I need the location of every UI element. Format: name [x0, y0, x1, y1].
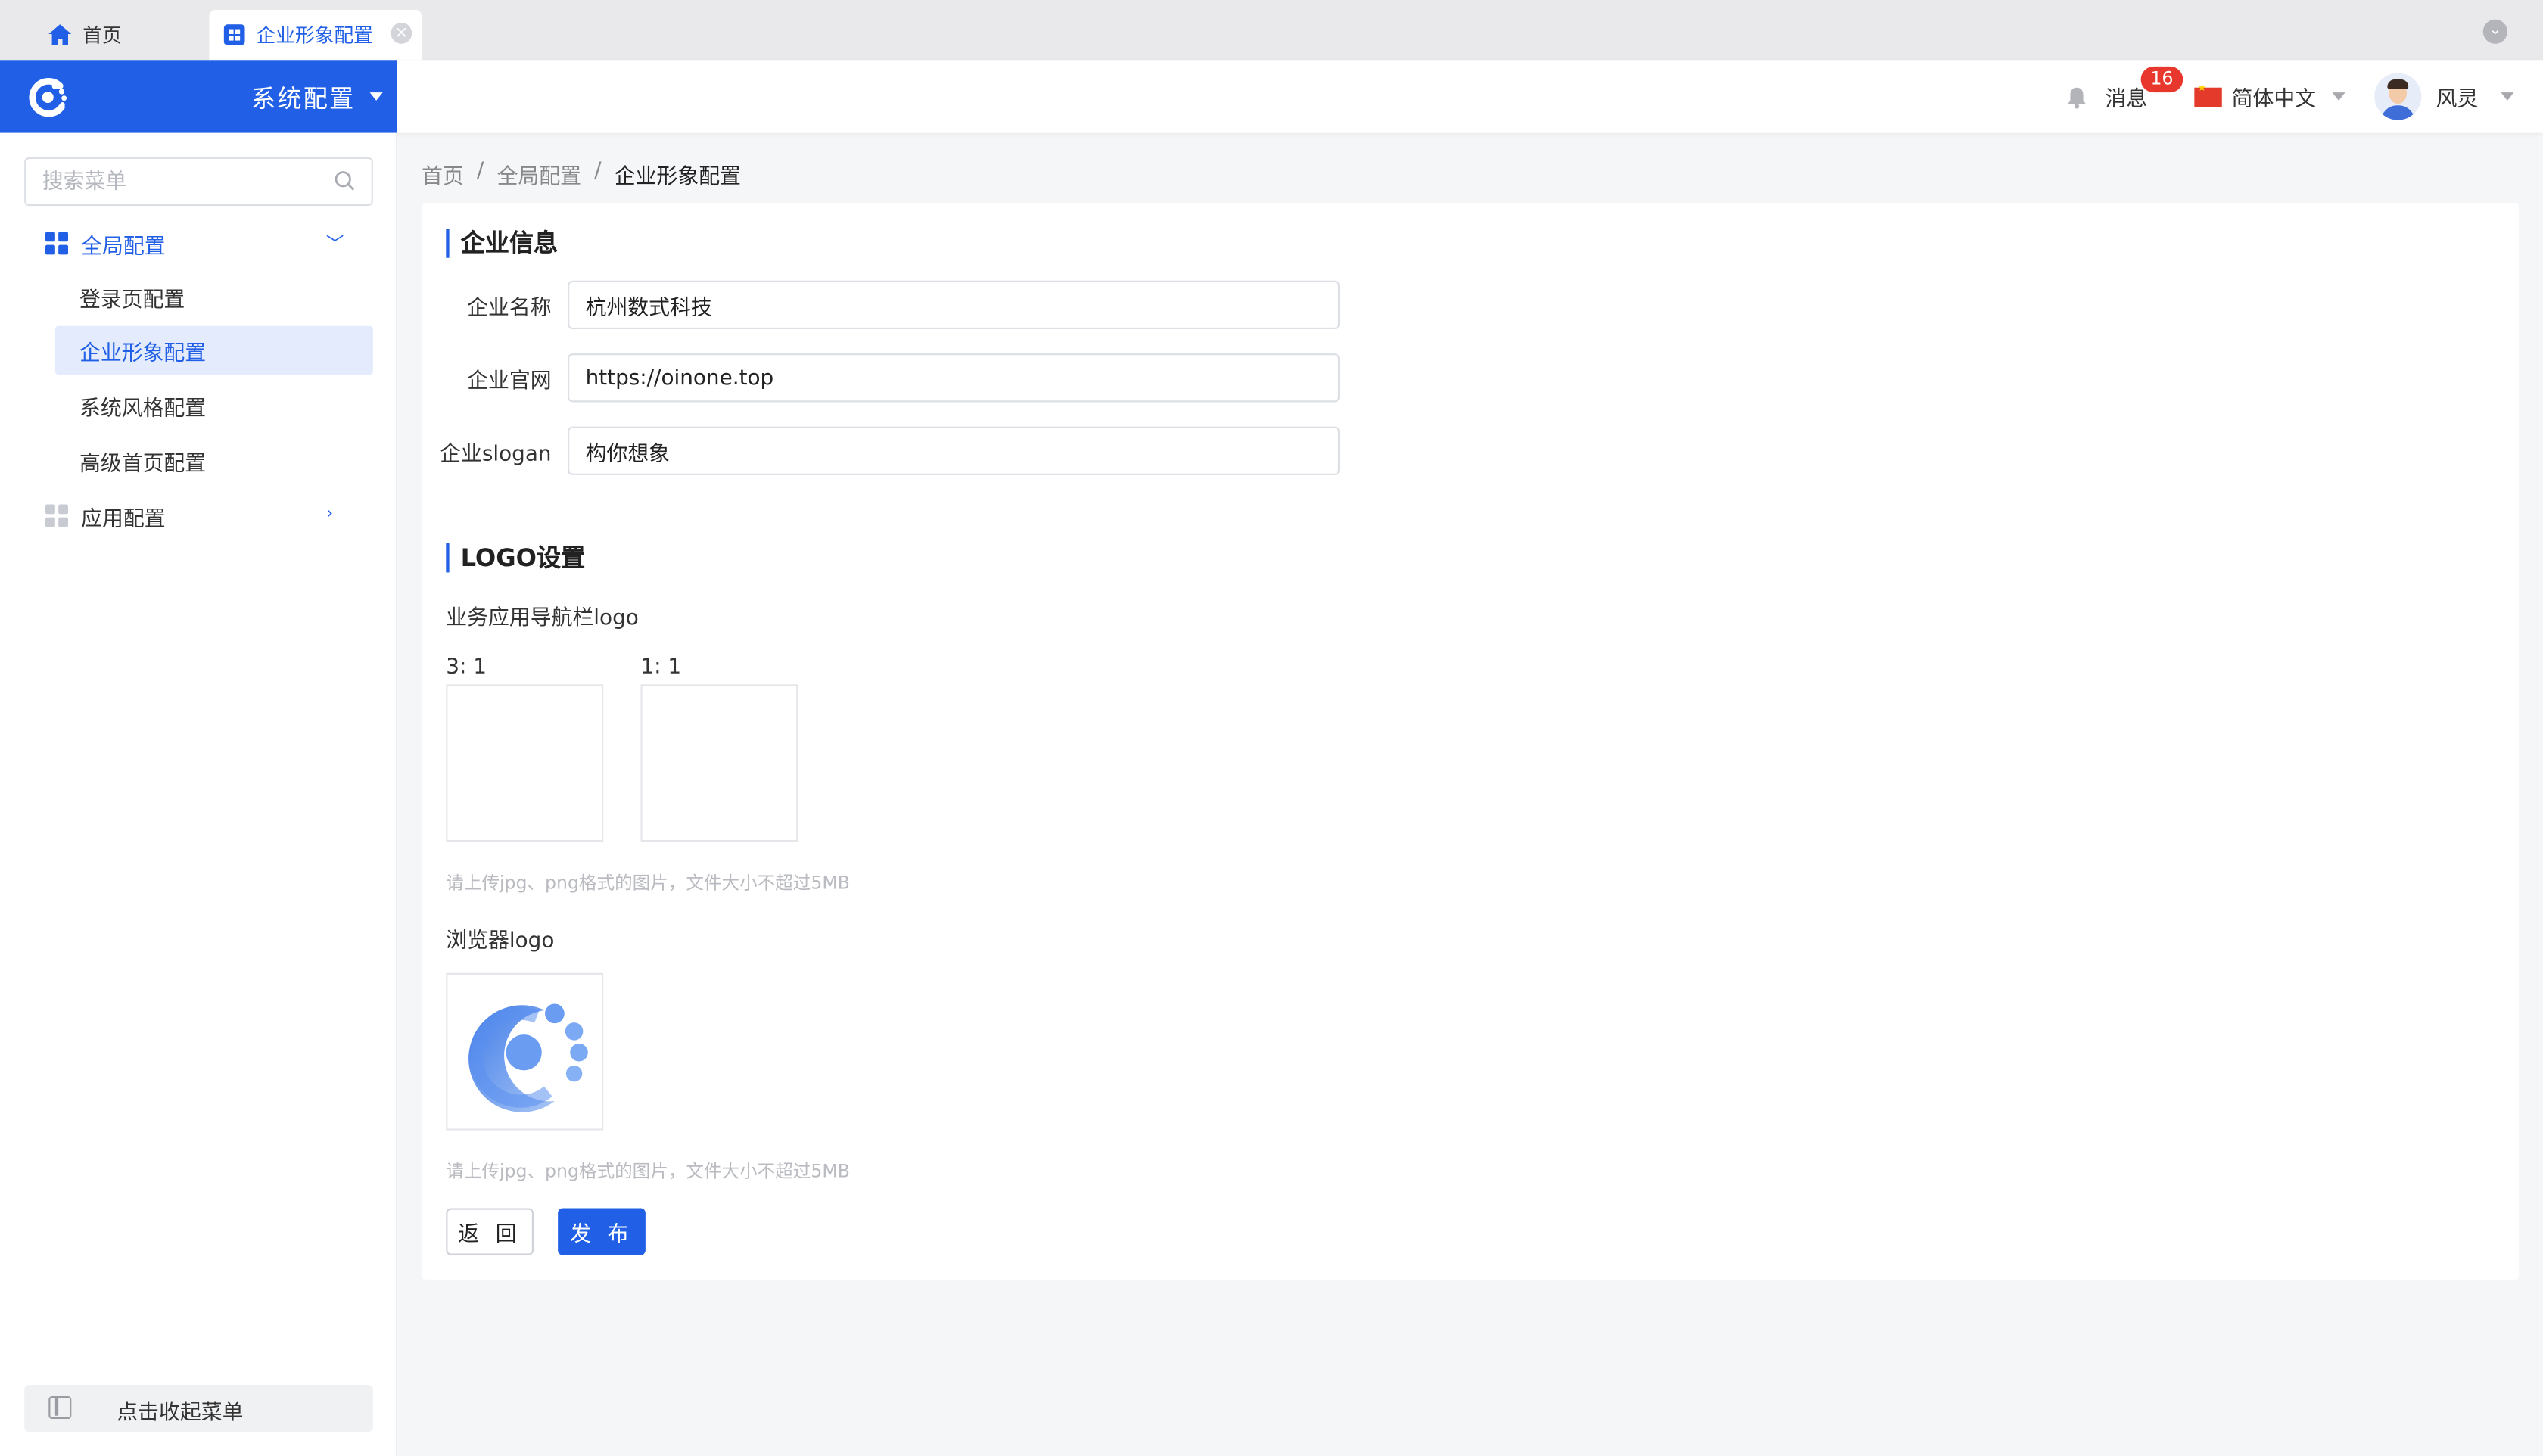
language-select[interactable]: 简体中文 — [2194, 60, 2345, 132]
caret-down-icon — [2501, 92, 2514, 101]
breadcrumb-separator: / — [594, 159, 602, 184]
field-label: 企业slogan — [440, 441, 552, 467]
app-switcher[interactable]: 系统配置 — [0, 60, 398, 133]
sidebar-item-advanced-home[interactable]: 高级首页配置 — [55, 436, 373, 484]
tab-home[interactable]: 首页 — [30, 10, 204, 60]
search-input[interactable] — [24, 157, 373, 207]
close-icon[interactable]: × — [391, 23, 412, 44]
loading-spinner-icon — [474, 731, 526, 805]
grid-icon — [45, 504, 69, 527]
section-title-logo: LOGO设置 — [446, 543, 585, 573]
sidebar-item-enterprise-image[interactable]: 企业形象配置 — [54, 325, 373, 375]
sidebar-item-label: 企业形象配置 — [79, 341, 207, 366]
oinone-logo-icon — [468, 1003, 588, 1112]
field-label: 企业官网 — [467, 369, 552, 394]
chevron-down-icon[interactable]: ⌄ — [2482, 19, 2507, 44]
website-input[interactable] — [568, 353, 1340, 403]
sidebar-item-label: 高级首页配置 — [79, 451, 207, 476]
nav-logo-label: 业务应用导航栏logo — [446, 606, 639, 631]
loading-spinner-icon — [669, 731, 721, 805]
app-logo-icon — [29, 78, 67, 117]
form-row-slogan: 企业slogan — [422, 426, 1395, 475]
breadcrumb-separator: / — [477, 159, 484, 184]
back-button[interactable]: 返 回 — [446, 1208, 534, 1255]
enterprise-form-panel: 企业信息 企业名称 企业官网 企业slogan LOGO设置 业务应用导航栏lo… — [422, 202, 2519, 1280]
tab-label: 首页 — [82, 24, 122, 48]
upload-hint: 请上传jpg、png格式的图片，文件大小不超过5MB — [446, 1161, 850, 1183]
tab-enterprise-image[interactable]: 企业形象配置 × — [209, 9, 422, 61]
sidebar-group-label: 应用配置 — [81, 506, 166, 531]
sidebar-group-label: 全局配置 — [81, 234, 166, 259]
user-name: 风灵 — [2436, 87, 2479, 112]
language-label: 简体中文 — [2231, 87, 2317, 112]
section-title-company: 企业信息 — [446, 229, 558, 258]
sidebar-item-label: 系统风格配置 — [79, 396, 207, 422]
caret-down-icon — [369, 92, 383, 101]
collapse-menu-button[interactable]: 点击收起菜单 — [24, 1385, 373, 1433]
slogan-input[interactable] — [568, 426, 1340, 475]
sidebar: 全局配置 ﹀ 登录页配置 企业形象配置 系统风格配置 高级首页配置 应用配置 ›… — [0, 132, 398, 1456]
sidebar-group-global[interactable]: 全局配置 — [45, 226, 166, 261]
china-flag-icon — [2194, 82, 2222, 107]
sidebar-group-app[interactable]: 应用配置 — [45, 498, 166, 534]
publish-button[interactable]: 发 布 — [558, 1208, 646, 1255]
nav-logo-1-1-upload[interactable] — [640, 684, 798, 842]
breadcrumb: 首页 / 全局配置 / 企业形象配置 — [422, 159, 741, 190]
tab-strip: 首页 企业形象配置 × ⌄ — [0, 0, 2543, 61]
avatar — [2374, 73, 2422, 120]
search-icon[interactable] — [334, 170, 355, 191]
message-count-badge: 16 — [2140, 66, 2183, 93]
chevron-down-icon[interactable]: ﹀ — [326, 230, 344, 256]
messages-button[interactable]: 消息 16 — [2066, 60, 2183, 132]
ratio-label-3-1: 3: 1 — [446, 655, 487, 680]
collapse-label: 点击收起菜单 — [117, 1401, 244, 1426]
top-header: 系统配置 消息 16 简体中文 风灵 — [0, 60, 2543, 133]
form-row-website: 企业官网 — [422, 353, 1395, 403]
messages-label: 消息 — [2105, 87, 2148, 112]
tab-label: 企业形象配置 — [256, 24, 373, 48]
upload-hint: 请上传jpg、png格式的图片，文件大小不超过5MB — [446, 872, 850, 894]
breadcrumb-global[interactable]: 全局配置 — [497, 159, 581, 190]
bell-icon — [2068, 86, 2086, 108]
home-icon — [48, 23, 72, 46]
chevron-right-icon[interactable]: › — [326, 502, 333, 524]
ratio-label-1-1: 1: 1 — [640, 655, 682, 680]
browser-logo-label: 浏览器logo — [446, 929, 555, 954]
user-menu[interactable]: 风灵 — [2374, 60, 2514, 132]
field-label: 企业名称 — [467, 296, 552, 321]
caret-down-icon — [2332, 92, 2345, 101]
sidebar-item-login-page[interactable]: 登录页配置 — [55, 272, 373, 321]
company-name-input[interactable] — [568, 280, 1340, 330]
breadcrumb-home[interactable]: 首页 — [422, 159, 464, 190]
nav-logo-3-1-upload[interactable] — [446, 684, 604, 842]
browser-logo-upload[interactable] — [446, 972, 604, 1131]
sidebar-item-label: 登录页配置 — [79, 288, 185, 313]
grid-icon — [45, 232, 69, 255]
grid-icon — [223, 23, 245, 46]
sidebar-item-system-style[interactable]: 系统风格配置 — [55, 381, 373, 430]
form-row-company-name: 企业名称 — [422, 280, 1395, 330]
sidebar-toggle-icon — [48, 1396, 72, 1420]
app-title: 系统配置 — [251, 84, 356, 114]
breadcrumb-current: 企业形象配置 — [614, 165, 741, 190]
